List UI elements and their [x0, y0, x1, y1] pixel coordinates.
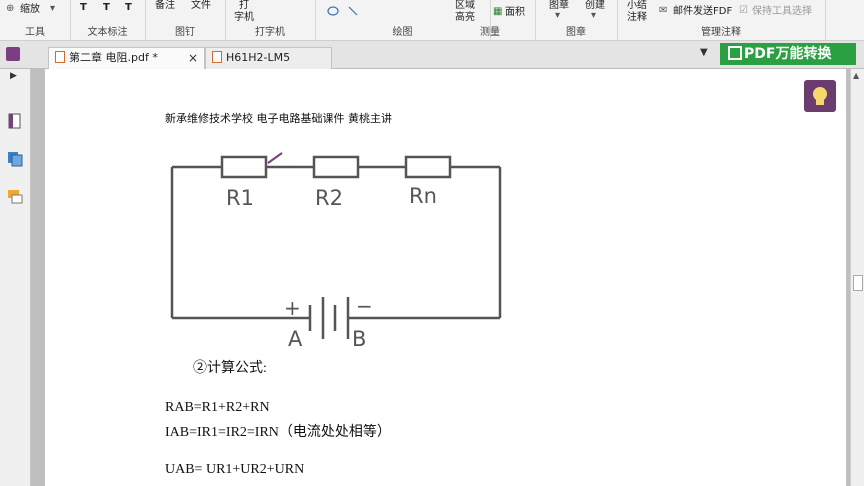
pdf-convert-banner[interactable]: PDF万能转换: [720, 43, 856, 65]
text-markup-button-1[interactable]: T: [80, 2, 87, 14]
close-tab-button[interactable]: ×: [188, 48, 198, 68]
group-manage-comments: 小结 注释 ✉ 邮件发送FDF ☑ 保持工具选择 管理注释: [617, 0, 826, 40]
tab-document-1[interactable]: 第二章 电阻.pdf * ×: [48, 47, 205, 69]
text-markup-button-2[interactable]: T: [103, 2, 110, 14]
comments-icon[interactable]: [7, 189, 23, 205]
scroll-up-icon[interactable]: ▲: [853, 71, 859, 80]
formula-line: UAB= UR1+UR2+URN: [165, 462, 305, 477]
lightbulb-icon: [813, 87, 827, 105]
ribbon-toolbar: ⊕ 缩放 ▾ 工具 T T T 文本标注 备注 文件 图钉 打 字机 打字机 绘…: [0, 0, 864, 41]
zoom-button[interactable]: 缩放: [20, 4, 40, 16]
checkbox-icon[interactable]: ☑: [739, 5, 748, 16]
vertical-scrollbar[interactable]: ▲: [850, 69, 864, 486]
file-button[interactable]: 文件: [191, 0, 211, 12]
area-measure-button[interactable]: 面积: [505, 7, 525, 19]
area-highlight-button[interactable]: 区域: [455, 0, 475, 12]
chevron-down-icon: ▾: [50, 3, 56, 14]
group-typewriter: 打 字机 打字机: [225, 0, 316, 40]
battery-minus-label: −: [356, 294, 373, 318]
zoom-icon: ⊕: [6, 3, 15, 14]
area-icon: ▦: [493, 6, 503, 17]
scrollbar-thumb[interactable]: [853, 275, 863, 291]
assistant-button[interactable]: [804, 80, 836, 112]
chevron-down-icon: ▾: [591, 10, 597, 21]
brand-label: PDF万能转换: [744, 46, 832, 62]
label-r2: R2: [315, 186, 343, 210]
left-sidebar: ▶: [0, 69, 31, 486]
terminal-b-label: B: [352, 327, 366, 350]
group-measure: 区域 高亮 ▦ 面积 测量: [445, 0, 536, 40]
layers-icon[interactable]: [7, 151, 23, 167]
chevron-down-icon: ▾: [555, 10, 561, 21]
page-header-text: 新承维修技术学校 电子电路基础课件 黄桃主讲: [165, 112, 392, 125]
formula-title: ②计算公式:: [193, 361, 267, 376]
resistor-r1: [220, 155, 268, 179]
pdf-file-icon: [55, 51, 65, 63]
keep-tool-selected-toggle[interactable]: 保持工具选择: [752, 6, 812, 18]
email-icon: ✉: [659, 5, 668, 16]
pdf-file-icon: [212, 51, 222, 63]
tab-document-2[interactable]: H61H2-LM5 r01.pdf: [205, 47, 332, 84]
text-markup-button-3[interactable]: T: [125, 2, 132, 14]
summary-button[interactable]: 小结: [627, 0, 647, 12]
series-circuit-diagram: R1 R2 Rn + − A B: [170, 152, 502, 350]
group-text-markup: T T T 文本标注: [70, 0, 146, 40]
formula-line: IAB=IR1=IR2=IRN（电流处处相等）: [165, 425, 391, 440]
label-rn: Rn: [409, 184, 437, 208]
resistor-rn: [404, 155, 452, 179]
pdf-convert-icon: [728, 46, 742, 60]
app-logo-icon: [6, 47, 20, 61]
expand-panel-icon[interactable]: ▶: [10, 71, 17, 81]
label-r1: R1: [226, 186, 254, 210]
group-pin: 备注 文件 图钉: [145, 0, 226, 40]
tab-list-chevron-icon[interactable]: ▼: [700, 47, 708, 58]
annotation-pen-mark: [267, 152, 283, 164]
group-tools: ⊕ 缩放 ▾ 工具: [0, 0, 71, 40]
note-button[interactable]: 备注: [155, 0, 175, 12]
group-stamp: 图章 ▾ 创建 ▾ 图章: [535, 0, 618, 40]
tab-label: 第二章 电阻.pdf *: [69, 51, 158, 64]
terminal-a-label: A: [288, 327, 303, 350]
email-fdf-button[interactable]: 邮件发送FDF: [673, 6, 732, 18]
battery-plus-label: +: [284, 296, 301, 320]
formula-line: RAB=R1+R2+RN: [165, 400, 270, 415]
resistor-r2: [312, 155, 360, 179]
typewriter-button[interactable]: 打: [239, 0, 249, 12]
drawing-shapes-icon[interactable]: [327, 5, 367, 17]
page-thumbnail-icon[interactable]: [7, 113, 23, 129]
document-tab-bar: 第二章 电阻.pdf * × H61H2-LM5 r01.pdf ▼ PDF万能…: [0, 41, 864, 84]
